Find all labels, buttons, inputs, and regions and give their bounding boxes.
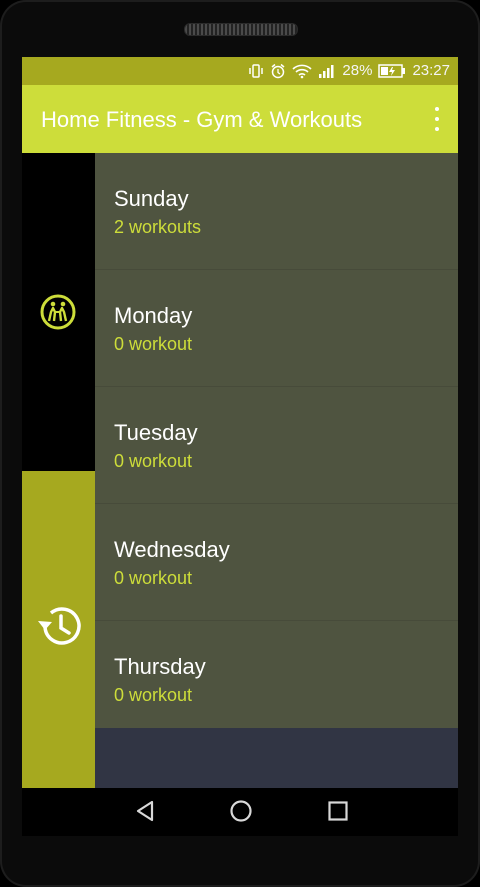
day-name: Tuesday	[114, 420, 198, 445]
history-icon	[38, 607, 81, 645]
battery-percent: 28%	[342, 62, 373, 79]
back-icon[interactable]	[134, 799, 156, 823]
status-bar: 28% 23:27	[22, 57, 458, 85]
day-name: Thursday	[114, 654, 206, 679]
day-name: Monday	[114, 303, 193, 328]
workout-count: 0 workout	[114, 451, 193, 471]
alarm-icon	[271, 63, 285, 78]
day-name: Wednesday	[114, 537, 230, 562]
signal-icon	[319, 64, 334, 78]
day-list: Sunday 2 workouts Monday 0 workout Tuesd…	[95, 153, 458, 728]
overflow-menu-icon[interactable]	[430, 107, 444, 131]
footer-panel	[95, 728, 458, 788]
status-icons: 28% 23:27	[248, 62, 450, 79]
list-item[interactable]: Sunday 2 workouts	[95, 153, 458, 270]
gym-icon[interactable]	[40, 294, 76, 330]
battery-icon	[378, 63, 406, 78]
speaker-grille	[184, 23, 298, 36]
list-item[interactable]: Wednesday 0 workout	[95, 504, 458, 621]
wifi-icon	[292, 64, 312, 78]
recent-apps-icon[interactable]	[327, 799, 349, 823]
workout-count: 0 workout	[114, 334, 193, 354]
sidebar	[22, 153, 95, 788]
clock: 23:27	[412, 62, 450, 79]
home-icon[interactable]	[229, 799, 253, 823]
navigation-bar	[22, 788, 458, 836]
screen: 28% 23:27 Home Fitness - Gym & Workouts	[22, 57, 458, 788]
list-item[interactable]: Tuesday 0 workout	[95, 387, 458, 504]
workout-count: 0 workout	[114, 568, 193, 588]
day-name: Sunday	[114, 186, 189, 211]
list-item[interactable]: Monday 0 workout	[95, 270, 458, 387]
app-bar: Home Fitness - Gym & Workouts	[22, 85, 458, 153]
workout-count: 0 workout	[114, 685, 193, 705]
phone-frame: 28% 23:27 Home Fitness - Gym & Workouts	[0, 0, 480, 887]
workout-count: 2 workouts	[114, 217, 202, 237]
sidebar-active-tab[interactable]	[22, 471, 95, 788]
app-title: Home Fitness - Gym & Workouts	[41, 107, 363, 132]
list-item[interactable]: Thursday 0 workout	[95, 621, 458, 737]
vibrate-icon	[249, 63, 264, 78]
